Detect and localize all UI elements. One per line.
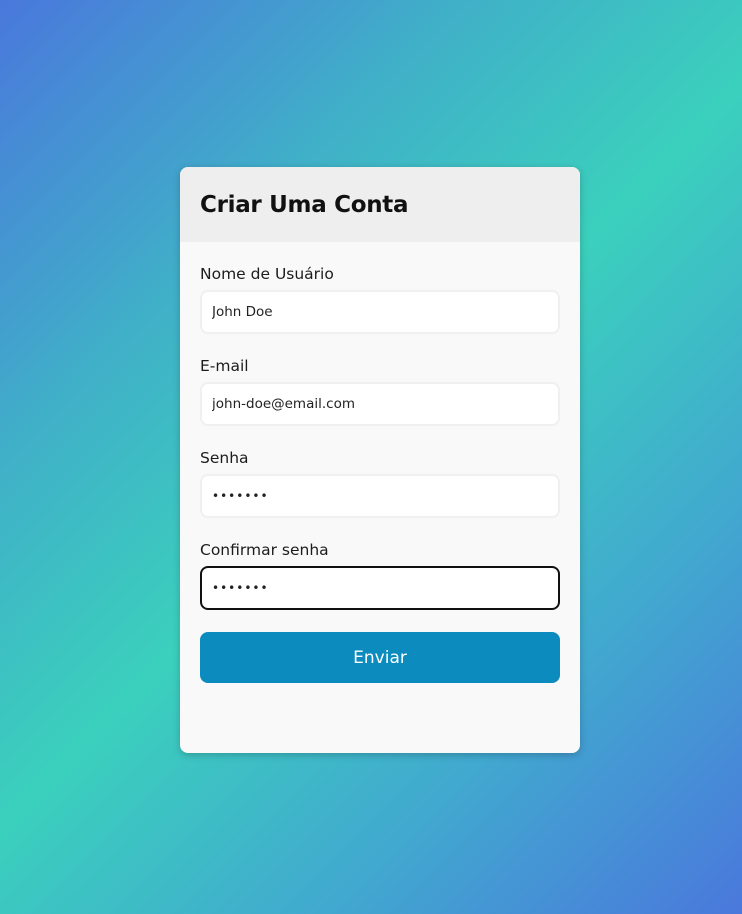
email-label: E-mail xyxy=(200,357,249,375)
password-field-group: Senha xyxy=(200,448,560,518)
password-label: Senha xyxy=(200,449,249,467)
email-input[interactable] xyxy=(200,382,560,426)
username-input[interactable] xyxy=(200,290,560,334)
page-background: { "form": { "title": "Criar Uma Conta", … xyxy=(0,0,742,914)
signup-form: Nome de Usuário E-mail Senha Confirmar s… xyxy=(180,242,580,683)
submit-button[interactable]: Enviar xyxy=(200,632,560,683)
password-input[interactable] xyxy=(200,474,560,518)
username-label: Nome de Usuário xyxy=(200,265,334,283)
confirm-password-input[interactable] xyxy=(200,566,560,610)
card-header: Criar Uma Conta xyxy=(180,167,580,242)
email-field-group: E-mail xyxy=(200,356,560,426)
username-field-group: Nome de Usuário xyxy=(200,264,560,334)
confirm-password-field-group: Confirmar senha xyxy=(200,540,560,610)
form-title: Criar Uma Conta xyxy=(200,191,409,218)
signup-card: Criar Uma Conta Nome de Usuário E-mail S… xyxy=(180,167,580,753)
confirm-password-label: Confirmar senha xyxy=(200,541,329,559)
